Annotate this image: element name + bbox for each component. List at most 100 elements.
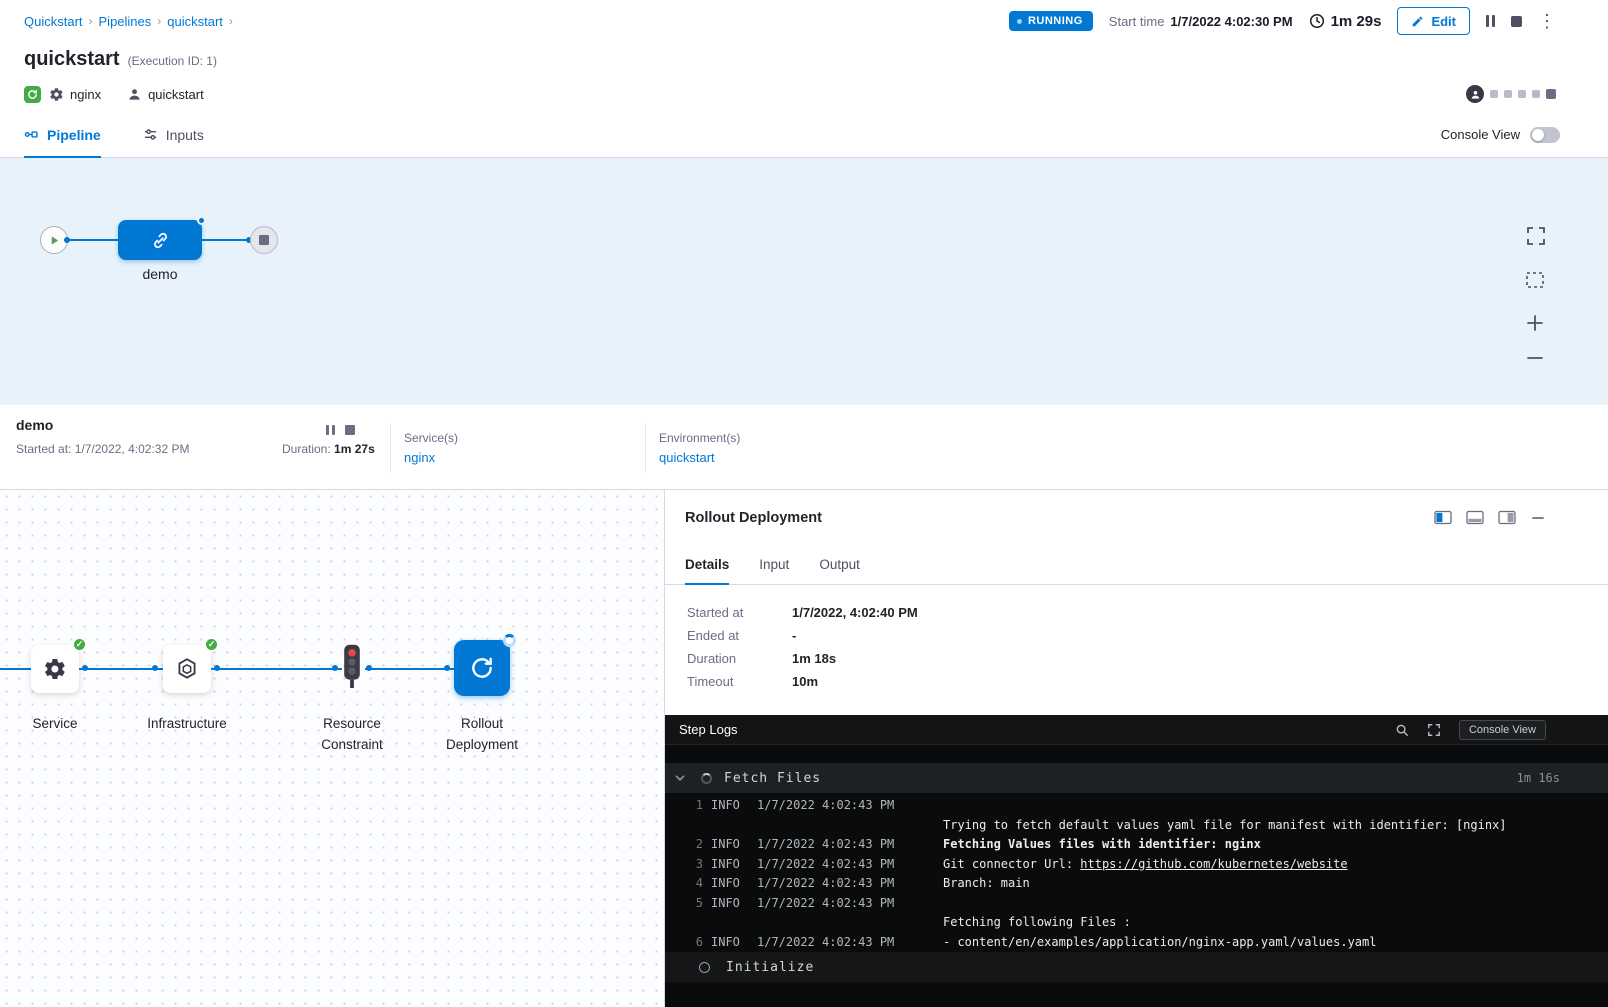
stage-controls	[326, 422, 355, 440]
environment-link[interactable]: quickstart	[659, 450, 715, 465]
section-duration: 1m 16s	[1517, 771, 1560, 785]
log-timestamp	[757, 816, 927, 836]
service-tag-label: nginx	[70, 87, 101, 102]
breadcrumb-link-project[interactable]: Quickstart	[24, 14, 83, 29]
step-node-service[interactable]: ✓	[31, 645, 79, 693]
status-badge: RUNNING	[1009, 11, 1093, 31]
log-line: Fetching following Files :	[665, 913, 1608, 933]
stage-stop-icon[interactable]	[345, 422, 355, 440]
start-time: Start time 1/7/2022 4:02:30 PM	[1109, 14, 1293, 29]
step-details-panel: Rollout Deployment	[665, 490, 1608, 1007]
log-line-number	[689, 816, 703, 836]
log-line: 1INFO1/7/2022 4:02:43 PM	[665, 796, 1608, 816]
stage-running-indicator	[197, 216, 206, 225]
end-node[interactable]	[250, 226, 278, 254]
log-line: Trying to fetch default values yaml file…	[665, 816, 1608, 836]
pipeline-stage-graph: demo	[0, 158, 1608, 405]
log-line-number: 6	[689, 933, 703, 953]
pencil-icon	[1411, 15, 1424, 28]
detail-value: 1m 18s	[792, 651, 1588, 666]
detail-row: Duration 1m 18s	[687, 651, 1588, 666]
log-level	[711, 913, 749, 933]
stage-duration: Duration: 1m 27s	[282, 442, 375, 456]
marquee-select-icon[interactable]	[1524, 269, 1548, 291]
breadcrumb-separator: ›	[229, 14, 233, 28]
abort-pipeline-button[interactable]	[1511, 16, 1522, 27]
step-node-resource-constraint[interactable]	[339, 643, 365, 691]
traffic-light-icon	[339, 643, 365, 691]
elapsed-time: 1m 29s	[1309, 13, 1382, 30]
detail-label: Ended at	[687, 628, 792, 643]
step-graph-canvas[interactable]: ✓ Service ✓ Infrastructure Resource	[0, 490, 665, 1007]
stage-link-icon	[150, 230, 171, 251]
section-title: Fetch Files	[724, 771, 821, 786]
fullscreen-icon[interactable]	[1524, 224, 1548, 248]
step-label: Rollout Deployment	[434, 714, 530, 756]
zoom-out-icon[interactable]	[1524, 347, 1548, 369]
log-timestamp: 1/7/2022 4:02:43 PM	[757, 894, 927, 914]
step-node-infrastructure[interactable]: ✓	[163, 645, 211, 693]
tab-details[interactable]: Details	[685, 545, 729, 584]
layout-split-icon[interactable]	[1434, 510, 1452, 525]
start-time-value: 1/7/2022 4:02:30 PM	[1170, 14, 1292, 29]
layout-right-icon[interactable]	[1498, 510, 1516, 525]
stage-node-demo[interactable]	[118, 220, 202, 260]
console-view-toggle[interactable]	[1530, 127, 1560, 143]
log-level: INFO	[711, 874, 749, 894]
log-line: 4INFO1/7/2022 4:02:43 PMBranch: main	[665, 874, 1608, 894]
step-connector-line	[0, 668, 31, 670]
stage-pause-icon[interactable]	[326, 422, 335, 440]
log-section-initialize[interactable]: Initialize	[665, 952, 1608, 982]
avatar-placeholder-icon	[1490, 90, 1498, 98]
user-avatar-icon[interactable]	[1466, 85, 1484, 103]
divider	[645, 423, 646, 473]
layout-bottom-icon[interactable]	[1466, 510, 1484, 525]
section-spinner-icon	[701, 773, 712, 784]
tab-input[interactable]: Input	[759, 545, 789, 584]
tab-inputs[interactable]: Inputs	[143, 112, 204, 157]
log-timestamp	[757, 913, 927, 933]
service-link[interactable]: nginx	[404, 450, 435, 465]
collapse-panel-icon[interactable]	[1530, 510, 1546, 526]
inputs-icon	[143, 127, 158, 142]
log-timestamp: 1/7/2022 4:02:43 PM	[757, 855, 927, 875]
service-tag[interactable]: nginx	[49, 87, 101, 102]
log-level: INFO	[711, 894, 749, 914]
detail-label: Started at	[687, 605, 792, 620]
step-node-rollout-deployment[interactable]	[454, 640, 510, 696]
step-details-table: Started at 1/7/2022, 4:02:40 PM Ended at…	[665, 585, 1608, 715]
meta-bar: nginx quickstart	[0, 76, 1608, 112]
console-view-button[interactable]: Console View	[1459, 720, 1546, 740]
top-header: Quickstart › Pipelines › quickstart › RU…	[0, 0, 1608, 42]
breadcrumb-link-pipelines[interactable]: Pipelines	[99, 14, 152, 29]
pause-pipeline-button[interactable]	[1486, 15, 1495, 27]
tab-pipeline[interactable]: Pipeline	[24, 112, 101, 157]
stage-started-at: Started at: 1/7/2022, 4:02:32 PM	[16, 442, 189, 456]
breadcrumb: Quickstart › Pipelines › quickstart ›	[24, 14, 233, 29]
elapsed-value: 1m 29s	[1331, 13, 1382, 30]
execution-id: (Execution ID: 1)	[128, 54, 217, 68]
log-timestamp: 1/7/2022 4:02:43 PM	[757, 835, 927, 855]
environment-tag[interactable]: quickstart	[127, 87, 204, 102]
step-panel-header: Rollout Deployment	[665, 490, 1608, 545]
running-dot-icon	[1017, 19, 1022, 24]
log-timestamp: 1/7/2022 4:02:43 PM	[757, 796, 927, 816]
hexagon-icon	[174, 656, 200, 682]
edit-button[interactable]: Edit	[1397, 7, 1470, 35]
more-options-icon[interactable]: ⋮	[1538, 12, 1556, 30]
expand-logs-icon[interactable]	[1427, 723, 1441, 737]
tab-pipeline-label: Pipeline	[47, 127, 101, 143]
tab-output[interactable]: Output	[819, 545, 860, 584]
log-url-link[interactable]: https://github.com/kubernetes/website	[1080, 857, 1347, 871]
view-tabs: Pipeline Inputs Console View	[0, 112, 1608, 158]
search-icon[interactable]	[1395, 723, 1409, 737]
success-check-icon: ✓	[204, 637, 219, 652]
breadcrumb-link-pipeline[interactable]: quickstart	[167, 14, 223, 29]
step-connector-line	[365, 668, 454, 670]
console-view-label: Console View	[1441, 127, 1520, 142]
chevron-down-icon[interactable]	[673, 771, 687, 785]
log-line: 3INFO1/7/2022 4:02:43 PMGit connector Ur…	[665, 855, 1608, 875]
log-timestamp: 1/7/2022 4:02:43 PM	[757, 874, 927, 894]
log-section-fetch-files[interactable]: Fetch Files 1m 16s	[665, 763, 1608, 793]
zoom-in-icon[interactable]	[1524, 312, 1548, 334]
